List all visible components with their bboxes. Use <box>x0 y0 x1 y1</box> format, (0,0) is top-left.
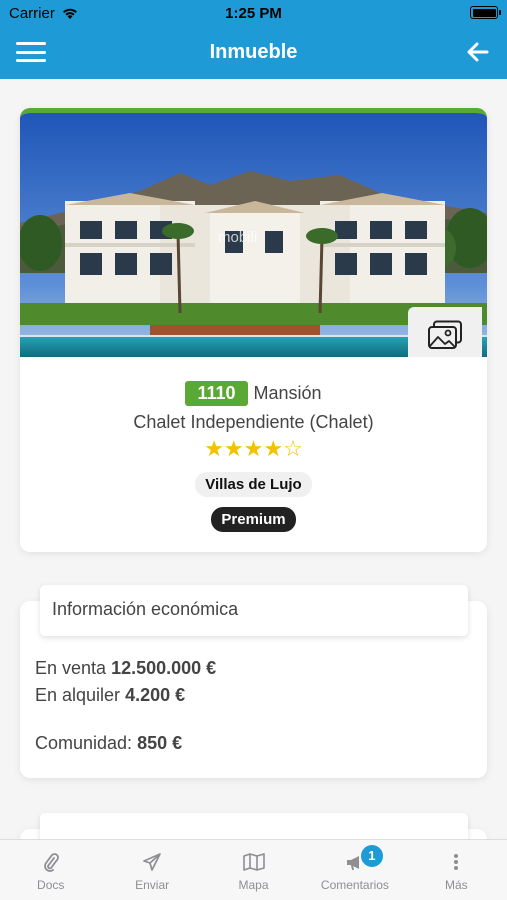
map-icon <box>242 853 265 871</box>
tab-mapa-label: Mapa <box>238 878 269 892</box>
status-bar: Carrier 1:25 PM <box>0 0 507 26</box>
gallery-button[interactable] <box>408 307 482 357</box>
property-info: 1110 Mansión Chalet Independiente (Chale… <box>20 357 487 532</box>
battery-icon <box>470 6 501 19</box>
reference-badge: 1110 <box>185 381 248 406</box>
rent-label: En alquiler <box>35 685 121 705</box>
nav-bar: Inmueble <box>0 26 507 79</box>
tab-mas[interactable]: Más <box>406 840 507 900</box>
arrow-left-icon[interactable] <box>465 39 491 65</box>
page-title: Inmueble <box>209 41 298 63</box>
next-section-card <box>20 813 487 839</box>
tab-comentarios[interactable]: 1 Comentarios <box>304 840 405 900</box>
sale-value: 12.500.000 € <box>111 658 217 678</box>
economic-details: En venta 12.500.000 € En alquiler 4.200 … <box>35 655 216 757</box>
rent-value: 4.200 € <box>125 685 186 705</box>
economic-header[interactable]: Información económica <box>40 585 468 636</box>
tab-enviar[interactable]: Enviar <box>101 840 202 900</box>
tab-mapa[interactable]: Mapa <box>203 840 304 900</box>
tab-bar: Docs Enviar Mapa 1 Comentarios Más <box>0 839 507 900</box>
reference-row: 1110 Mansión <box>20 381 487 406</box>
community-label: Comunidad: <box>35 733 133 753</box>
property-card[interactable]: mobili 1110 Mansión Chalet Independiente… <box>20 108 487 552</box>
content-scroll[interactable]: mobili 1110 Mansión Chalet Independiente… <box>0 79 507 839</box>
tab-comentarios-label: Comentarios <box>320 878 389 892</box>
economic-card: Información económica En venta 12.500.00… <box>20 585 487 778</box>
send-icon <box>143 853 161 871</box>
premium-badge: Premium <box>211 507 296 532</box>
images-icon <box>428 320 462 349</box>
tab-docs-label: Docs <box>37 878 65 892</box>
rent-row: En alquiler 4.200 € <box>35 682 216 709</box>
sale-label: En venta <box>35 658 107 678</box>
comments-badge: 1 <box>360 845 383 867</box>
community-row: Comunidad: 850 € <box>35 730 216 757</box>
next-section-header[interactable] <box>40 813 468 839</box>
more-icon <box>454 854 459 870</box>
rating-stars: ★★★★☆ <box>204 436 303 461</box>
tab-enviar-label: Enviar <box>135 878 170 892</box>
watermark-logo: mobili <box>218 229 258 246</box>
paperclip-icon <box>43 853 59 872</box>
tab-docs[interactable]: Docs <box>0 840 101 900</box>
property-subtype: Chalet Independiente (Chalet) <box>133 412 374 432</box>
property-type: Mansión <box>253 383 322 403</box>
tab-mas-label: Más <box>444 878 468 892</box>
category-tag: Villas de Lujo <box>195 472 312 497</box>
status-time: 1:25 PM <box>225 5 282 22</box>
sale-row: En venta 12.500.000 € <box>35 655 216 682</box>
community-value: 850 € <box>137 733 183 753</box>
property-photo[interactable]: mobili <box>20 113 487 357</box>
